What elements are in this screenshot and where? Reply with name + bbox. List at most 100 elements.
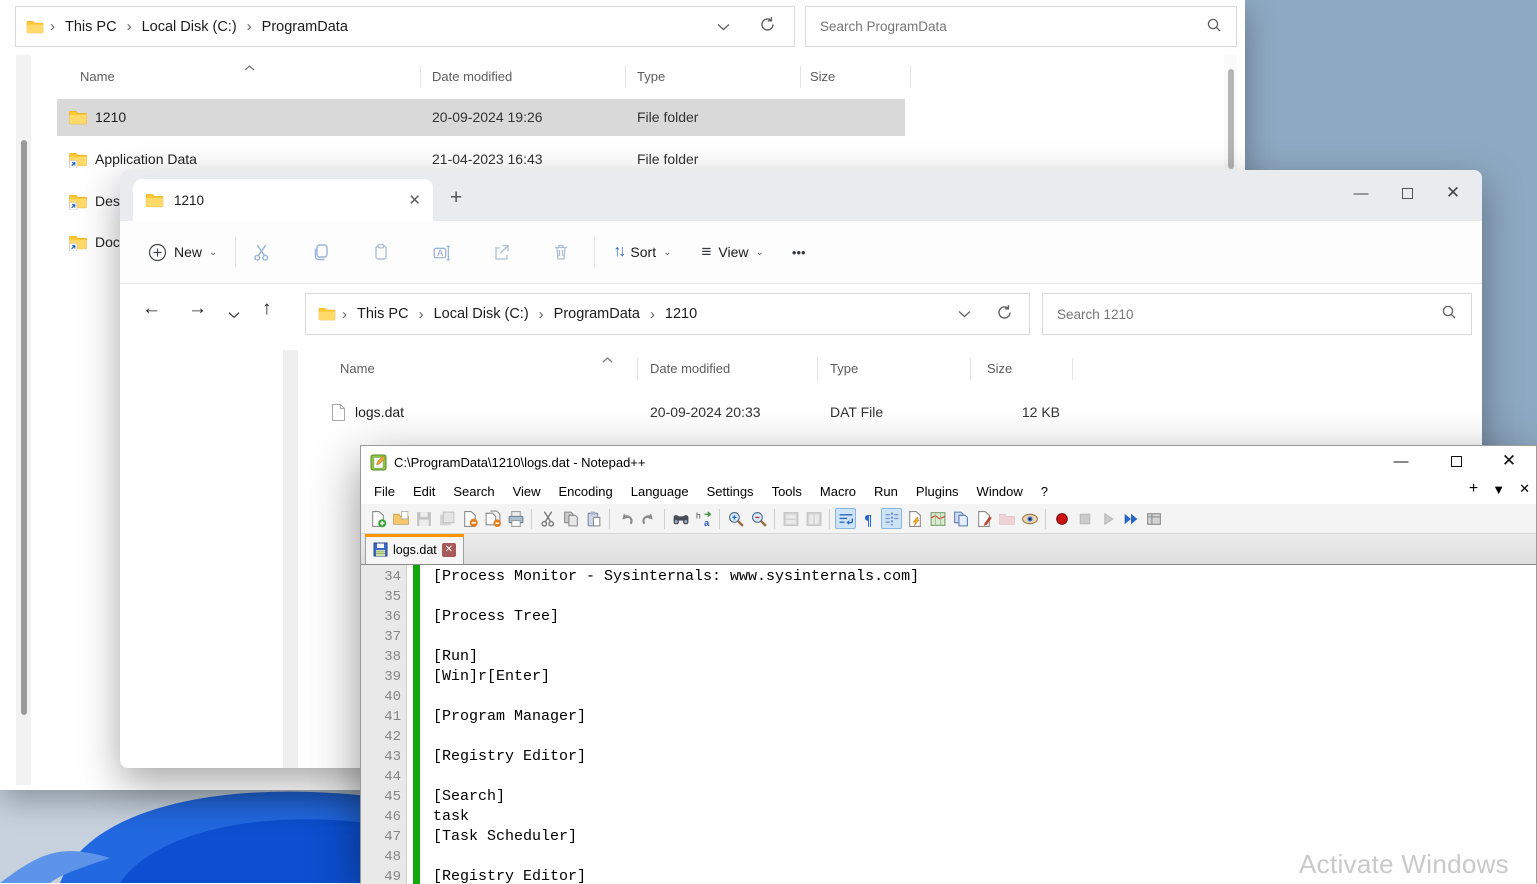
- tab-list-dropdown-icon[interactable]: ▼: [1492, 482, 1505, 497]
- title-bar[interactable]: C:\ProgramData\1210\logs.dat - Notepad++…: [361, 446, 1536, 478]
- replace-button[interactable]: ha: [693, 508, 714, 529]
- macro-stop-button[interactable]: [1074, 508, 1095, 529]
- breadcrumb-this-pc[interactable]: This PC: [353, 306, 413, 322]
- file-row-logs-dat[interactable]: logs.dat 20-09-2024 20:33 DAT File 12 KB: [320, 395, 1080, 431]
- column-header-type[interactable]: Type: [637, 69, 665, 84]
- menu-help[interactable]: ?: [1032, 481, 1057, 502]
- menu-window[interactable]: Window: [968, 481, 1032, 502]
- recent-locations-icon[interactable]: [228, 303, 240, 325]
- column-header-type[interactable]: Type: [830, 361, 858, 376]
- menu-search[interactable]: Search: [444, 481, 503, 502]
- search-icon[interactable]: [1206, 17, 1222, 37]
- more-options-button[interactable]: •••: [782, 237, 816, 268]
- search-box[interactable]: Search ProgramData: [805, 6, 1237, 47]
- close-button[interactable]: ✕: [1484, 446, 1534, 476]
- up-button[interactable]: ↑: [262, 298, 272, 320]
- close-button[interactable]: ✕: [1430, 176, 1476, 210]
- sync-horizontal-button[interactable]: [803, 508, 824, 529]
- show-all-characters-button[interactable]: ¶: [858, 508, 879, 529]
- refresh-icon[interactable]: [996, 304, 1013, 325]
- open-file-button[interactable]: [390, 508, 411, 529]
- new-tab-button[interactable]: +: [450, 186, 462, 210]
- scrollbar-thumb[interactable]: [1228, 69, 1234, 169]
- paste-button[interactable]: [583, 508, 604, 529]
- breadcrumb-programdata[interactable]: ProgramData: [258, 19, 352, 35]
- breadcrumb-1210[interactable]: 1210: [661, 306, 701, 322]
- menu-settings[interactable]: Settings: [698, 481, 763, 502]
- breadcrumb-this-pc[interactable]: This PC: [61, 19, 121, 35]
- find-button[interactable]: [670, 508, 691, 529]
- menu-tools[interactable]: Tools: [763, 481, 811, 502]
- sync-vertical-button[interactable]: [780, 508, 801, 529]
- breadcrumb-local-disk[interactable]: Local Disk (C:): [138, 19, 241, 35]
- sort-button[interactable]: ↑↓ Sort ⌄: [603, 235, 681, 269]
- new-button[interactable]: New ⌄: [138, 235, 227, 270]
- menu-view[interactable]: View: [504, 481, 550, 502]
- tab-close-icon[interactable]: ✕: [442, 543, 456, 557]
- zoom-out-button[interactable]: [748, 508, 769, 529]
- menu-macro[interactable]: Macro: [811, 481, 865, 502]
- macro-play-button[interactable]: [1097, 508, 1118, 529]
- copy-button[interactable]: [304, 235, 338, 269]
- print-button[interactable]: [505, 508, 526, 529]
- menu-edit[interactable]: Edit: [404, 481, 444, 502]
- close-tab-button[interactable]: ✕: [1519, 481, 1530, 497]
- share-button[interactable]: [484, 235, 518, 269]
- back-button[interactable]: ←: [142, 298, 161, 320]
- column-header-date[interactable]: Date modified: [650, 361, 730, 376]
- cut-button[interactable]: [244, 235, 278, 269]
- search-icon[interactable]: [1441, 304, 1457, 324]
- minimize-button[interactable]: —: [1338, 176, 1384, 210]
- user-defined-language-button[interactable]: [973, 508, 994, 529]
- menu-plugins[interactable]: Plugins: [907, 481, 968, 502]
- menu-file[interactable]: File: [365, 481, 404, 502]
- pane-scrollbar[interactable]: [283, 350, 298, 768]
- maximize-button[interactable]: [1384, 176, 1430, 210]
- macro-record-button[interactable]: [1051, 508, 1072, 529]
- minimize-button[interactable]: —: [1376, 446, 1426, 476]
- explorer-tab-1210[interactable]: 1210 ✕: [133, 179, 433, 221]
- file-monitoring-button[interactable]: [1019, 508, 1040, 529]
- save-all-button[interactable]: [436, 508, 457, 529]
- rename-button[interactable]: A: [424, 235, 458, 269]
- undo-button[interactable]: [615, 508, 636, 529]
- macro-save-button[interactable]: [1143, 508, 1164, 529]
- refresh-icon[interactable]: [759, 16, 776, 37]
- macro-run-multiple-button[interactable]: [1120, 508, 1141, 529]
- column-header-size[interactable]: Size: [987, 361, 1012, 376]
- redo-button[interactable]: [638, 508, 659, 529]
- view-button[interactable]: ≡ View ⌄: [691, 234, 773, 270]
- new-tab-button[interactable]: +: [1469, 480, 1478, 498]
- menu-encoding[interactable]: Encoding: [550, 481, 622, 502]
- copy-button[interactable]: [560, 508, 581, 529]
- menu-language[interactable]: Language: [622, 481, 698, 502]
- paste-button[interactable]: [364, 235, 398, 269]
- show-indent-guide-button[interactable]: [881, 508, 902, 529]
- document-switcher-button[interactable]: [950, 508, 971, 529]
- zoom-in-button[interactable]: [725, 508, 746, 529]
- close-button[interactable]: [459, 508, 480, 529]
- breadcrumb-local-disk[interactable]: Local Disk (C:): [430, 306, 533, 322]
- close-all-button[interactable]: [482, 508, 503, 529]
- new-file-button[interactable]: [367, 508, 388, 529]
- column-header-name[interactable]: Name: [80, 69, 115, 84]
- text-editor[interactable]: 34[Process Monitor - Sysinternals: www.s…: [361, 565, 1536, 884]
- maximize-button[interactable]: [1431, 446, 1481, 476]
- menu-run[interactable]: Run: [865, 481, 907, 502]
- folder-as-workspace-button[interactable]: [996, 508, 1017, 529]
- address-bar[interactable]: › This PC › Local Disk (C:) › ProgramDat…: [305, 293, 1030, 335]
- function-list-button[interactable]: [904, 508, 925, 529]
- address-bar[interactable]: › This PC › Local Disk (C:) › ProgramDat…: [15, 6, 795, 47]
- breadcrumb-programdata[interactable]: ProgramData: [550, 306, 644, 322]
- tab-close-icon[interactable]: ✕: [408, 191, 421, 209]
- document-map-button[interactable]: [927, 508, 948, 529]
- forward-button[interactable]: →: [188, 298, 207, 320]
- document-tab-logs-dat[interactable]: logs.dat ✕: [365, 534, 464, 564]
- address-dropdown-icon[interactable]: [958, 306, 971, 322]
- column-header-name[interactable]: Name: [340, 361, 375, 376]
- nav-pane-scrollbar[interactable]: [16, 55, 31, 785]
- column-header-size[interactable]: Size: [810, 69, 835, 84]
- word-wrap-button[interactable]: [835, 508, 856, 529]
- save-button[interactable]: [413, 508, 434, 529]
- delete-button[interactable]: [544, 235, 578, 269]
